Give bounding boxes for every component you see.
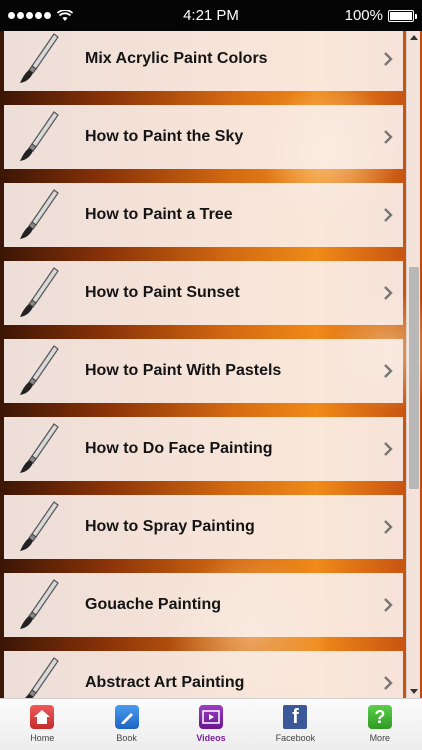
paintbrush-icon [20,33,59,83]
tab-label: Book [116,733,137,743]
chevron-right-icon [384,520,393,534]
paintbrush-icon [20,345,59,395]
chevron-right-icon [384,130,393,144]
paintbrush-icon [20,267,59,317]
wifi-icon [57,9,73,21]
list-item[interactable]: How to Paint With Pastels [4,339,403,403]
paintbrush-icon [20,111,59,161]
chevron-right-icon [384,364,393,378]
question-icon: ? [367,705,392,729]
list-item-label: How to Paint Sunset [85,284,240,301]
chevron-right-icon [384,598,393,612]
tab-facebook[interactable]: f Facebook [253,699,337,750]
list-item[interactable]: How to Paint a Tree [4,183,403,247]
battery-icon [388,9,417,22]
scroll-up-arrow-icon[interactable] [410,35,418,40]
signal-strength-icon [8,12,51,19]
list-item-label: Mix Acrylic Paint Colors [85,50,268,67]
book-icon [114,705,139,729]
paintbrush-icon [20,501,59,551]
status-time: 4:21 PM [183,7,239,24]
chevron-right-icon [384,208,393,222]
chevron-right-icon [384,442,393,456]
tab-more[interactable]: ? More [338,699,422,750]
paintbrush-icon [20,423,59,473]
chevron-right-icon [384,286,393,300]
scrollbar[interactable] [406,31,420,698]
home-icon [30,705,55,729]
tab-videos[interactable]: Videos [169,699,253,750]
tab-label: Videos [196,733,226,743]
list-item[interactable]: Abstract Art Painting [4,651,403,698]
video-icon [199,705,224,729]
tab-label: More [369,733,391,743]
scroll-down-arrow-icon[interactable] [410,689,418,694]
tab-label: Home [30,733,55,743]
paintbrush-icon [25,657,59,698]
battery-percent: 100% [344,7,383,24]
list-item[interactable]: Gouache Painting [4,573,403,637]
list-item[interactable]: Mix Acrylic Paint Colors [4,31,403,91]
list-item[interactable]: How to Paint Sunset [4,261,403,325]
list-item[interactable]: How to Do Face Painting [4,417,403,481]
list-item[interactable]: How to Spray Painting [4,495,403,559]
topic-list: Mix Acrylic Paint Colors How to Paint th… [0,31,406,698]
facebook-icon: f [283,705,308,729]
tab-book[interactable]: Book [84,699,168,750]
chevron-right-icon [384,676,393,690]
list-item-label: How to Paint With Pastels [85,362,282,379]
tab-bar: Home Book Videos f Facebook ? More [0,698,422,750]
chevron-right-icon [384,52,393,66]
tab-label: Facebook [275,733,316,743]
list-item-label: How to Spray Painting [85,518,255,535]
status-left [8,0,73,31]
paintbrush-icon [20,189,59,239]
status-bar: 4:21 PM 100% [0,0,422,31]
list-item-label: How to Paint a Tree [85,206,233,223]
list-item-label: How to Do Face Painting [85,440,273,457]
list-item-label: How to Paint the Sky [85,128,244,145]
scrollbar-thumb[interactable] [409,267,419,489]
status-right: 100% [344,0,417,31]
paintbrush-icon [20,579,59,629]
tab-home[interactable]: Home [0,699,84,750]
list-item[interactable]: How to Paint the Sky [4,105,403,169]
list-item-label: Abstract Art Painting [85,674,245,691]
list-item-label: Gouache Painting [85,596,222,613]
